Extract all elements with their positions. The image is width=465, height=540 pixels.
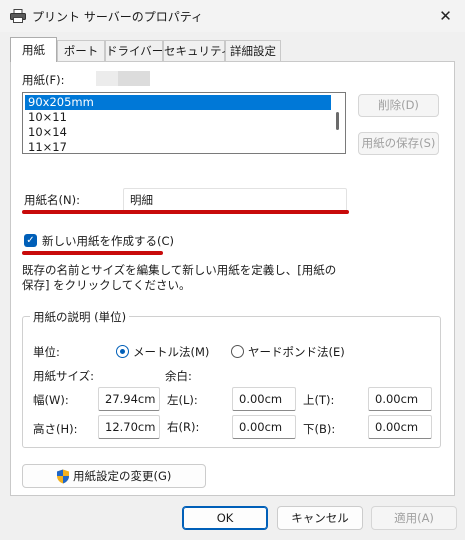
save-form-button[interactable]: 用紙の保存(S) — [358, 132, 439, 155]
tab-advanced[interactable]: 詳細設定 — [225, 40, 281, 61]
delete-button[interactable]: 削除(D) — [358, 94, 439, 117]
paper-size-label: 用紙サイズ: — [33, 369, 95, 383]
right-margin-label: 右(R): — [167, 420, 200, 434]
list-item[interactable]: 10×14 — [25, 125, 331, 140]
red-underline-annotation — [22, 251, 163, 255]
create-new-label[interactable]: 新しい用紙を作成する(C) — [42, 233, 174, 249]
forms-label: 用紙(F): — [22, 73, 65, 87]
apply-button[interactable]: 適用(A) — [371, 506, 457, 530]
cancel-button[interactable]: キャンセル — [277, 506, 363, 530]
right-margin-input[interactable]: 0.00cm — [232, 415, 296, 439]
tab-ports[interactable]: ポート — [57, 40, 105, 61]
margins-label: 余白: — [165, 369, 192, 383]
top-margin-input[interactable]: 0.00cm — [368, 387, 432, 411]
list-scrollbar[interactable] — [336, 112, 339, 130]
metric-label[interactable]: メートル法(M) — [133, 344, 209, 360]
change-settings-button[interactable]: 用紙設定の変更(G) — [22, 464, 206, 488]
imperial-radio[interactable] — [231, 345, 244, 358]
list-item[interactable]: 10×11 — [25, 110, 331, 125]
bottom-margin-input[interactable]: 0.00cm — [368, 415, 432, 439]
checkmark-icon: ✓ — [26, 235, 35, 246]
close-button[interactable]: ✕ — [426, 0, 465, 32]
left-margin-label: 左(L): — [167, 393, 198, 407]
form-name-label: 用紙名(N): — [24, 193, 80, 207]
units-label: 単位: — [33, 345, 60, 359]
metric-radio[interactable] — [116, 345, 129, 358]
window-title: プリント サーバーのプロパティ — [32, 10, 203, 24]
group-title: 用紙の説明 (単位) — [30, 309, 130, 325]
close-icon: ✕ — [439, 7, 452, 25]
printer-icon — [10, 9, 26, 23]
redacted-area-dark — [118, 71, 150, 86]
form-name-input[interactable]: 明細 — [123, 188, 347, 212]
create-new-checkbox[interactable]: ✓ — [24, 234, 37, 247]
description-line-2: 保存] をクリックしてください。 — [22, 278, 191, 292]
description-line-1: 既存の名前とサイズを編集して新しい用紙を定義し、[用紙の — [22, 263, 337, 277]
change-settings-label: 用紙設定の変更(G) — [73, 469, 172, 483]
uac-shield-icon — [57, 469, 69, 484]
left-margin-input[interactable]: 0.00cm — [232, 387, 296, 411]
tab-drivers[interactable]: ドライバー — [105, 40, 163, 61]
imperial-label[interactable]: ヤードポンド法(E) — [248, 344, 345, 360]
bottom-margin-label: 下(B): — [303, 422, 336, 436]
list-item[interactable]: 11×17 — [25, 140, 331, 153]
height-label: 高さ(H): — [33, 422, 78, 436]
tab-security[interactable]: セキュリティ — [163, 40, 232, 61]
width-input[interactable]: 27.94cm — [98, 387, 160, 411]
width-label: 幅(W): — [33, 393, 69, 407]
height-input[interactable]: 12.70cm — [98, 415, 160, 439]
ok-button[interactable]: OK — [182, 506, 268, 530]
red-underline-annotation — [22, 210, 349, 214]
list-item[interactable]: 90x205mm — [25, 95, 331, 110]
tab-paper[interactable]: 用紙 — [10, 37, 57, 62]
forms-listbox[interactable]: 90x205mm 10×11 10×14 11×17 — [22, 92, 346, 154]
top-margin-label: 上(T): — [303, 393, 335, 407]
